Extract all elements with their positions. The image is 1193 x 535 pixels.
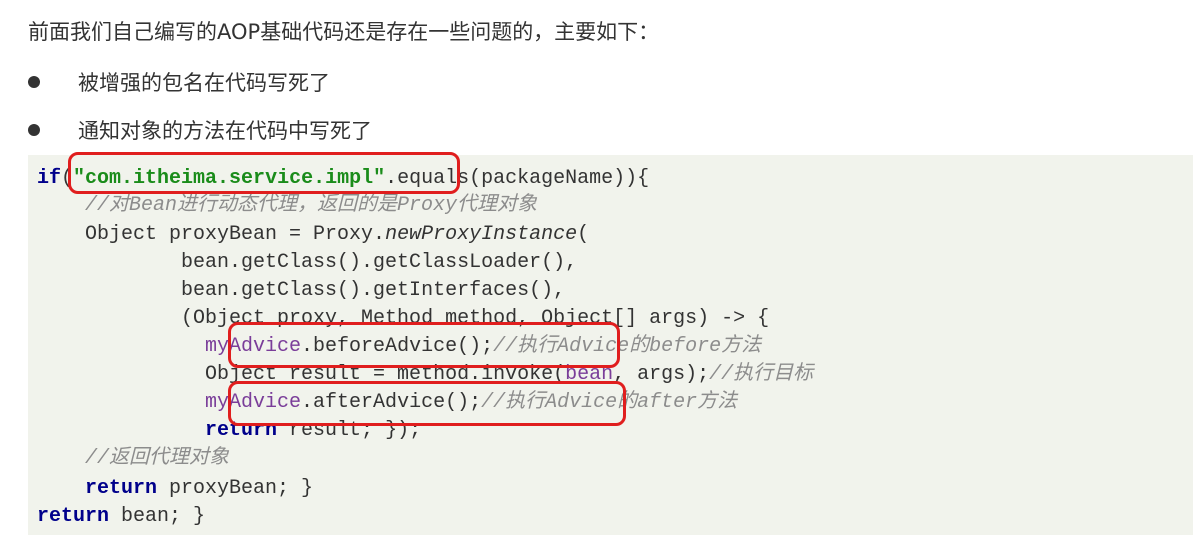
code-comment: //返回代理对象 (85, 447, 230, 470)
code-keyword: return (37, 505, 110, 528)
code-line-4: bean.getClass().getClassLoader(), (37, 251, 578, 274)
highlight-package-name (68, 152, 460, 194)
code-comment: //执行目标 (709, 363, 814, 386)
code-keyword: if (37, 167, 62, 190)
code-text: proxyBean; } (157, 477, 314, 500)
intro-text: 前面我们自己编写的AOP基础代码还是存在一些问题的，主要如下： (28, 20, 660, 44)
bullet-text: 通知对象的方法在代码中写死了 (78, 119, 372, 143)
code-line-13: return bean; } (37, 503, 205, 531)
code-line-5: bean.getClass().getInterfaces(), (37, 279, 566, 302)
code-text: Object proxyBean = Proxy. (37, 223, 386, 246)
bullet-text: 被增强的包名在代码写死了 (78, 71, 330, 95)
bullet-dot-icon (28, 124, 40, 136)
highlight-before-advice (228, 322, 620, 368)
code-line-3: Object proxyBean = Proxy.newProxyInstanc… (37, 221, 589, 249)
code-line-11: //返回代理对象 (37, 445, 229, 473)
code-text: , args); (613, 363, 710, 386)
highlight-after-advice (228, 381, 626, 426)
code-block: if("com.itheima.service.impl".equals(pac… (28, 152, 1193, 535)
code-method: newProxyInstance (385, 223, 578, 246)
code-keyword: return (85, 477, 158, 500)
code-line-2: //对Bean进行动态代理，返回的是Proxy代理对象 (37, 192, 537, 220)
bullet-dot-icon (28, 76, 40, 88)
code-line-12: return proxyBean; } (37, 475, 313, 503)
code-text: bean; } (109, 505, 206, 528)
code-comment: //对Bean进行动态代理，返回的是Proxy代理对象 (85, 194, 538, 217)
code-text: ( (577, 223, 590, 246)
